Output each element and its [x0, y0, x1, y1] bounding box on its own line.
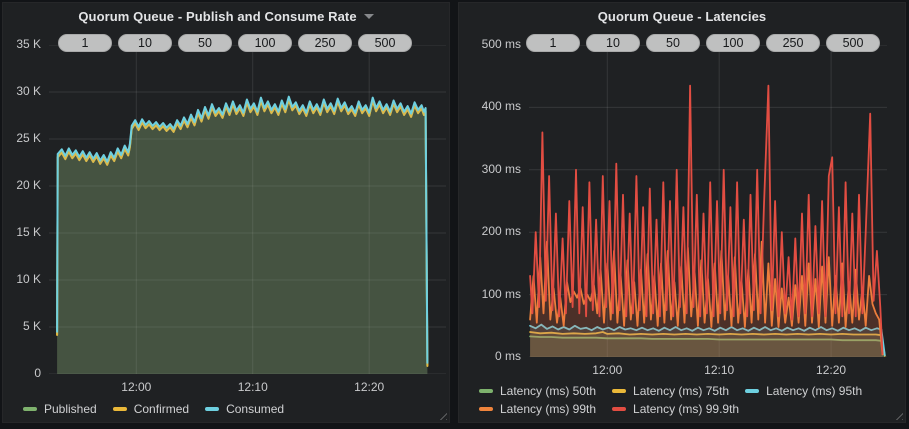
legend-item-latency-ms-75th[interactable]: Latency (ms) 75th — [612, 384, 729, 398]
legend-row: Latency (ms) 99th Latency (ms) 99.9th — [479, 402, 862, 416]
legend-swatch-icon — [612, 407, 626, 411]
legend-label: Consumed — [226, 402, 284, 416]
y-axis-tick-label: 30 K — [3, 84, 41, 98]
range-pill-50[interactable]: 50 — [178, 34, 232, 52]
legend-swatch-icon — [23, 407, 37, 411]
legend-label: Published — [44, 402, 97, 416]
y-axis-tick-label: 100 ms — [459, 287, 521, 301]
y-axis-tick-label: 0 — [3, 366, 41, 380]
panel-title: Quorum Queue - Latencies — [598, 9, 767, 24]
x-axis-tick-label: 12:20 — [339, 380, 399, 394]
y-axis-tick-label: 400 ms — [459, 99, 521, 113]
legend-label: Confirmed — [134, 402, 189, 416]
legend-swatch-icon — [479, 389, 493, 393]
y-axis-tick-label: 300 ms — [459, 162, 521, 176]
legend-item-latency-ms-99-9th[interactable]: Latency (ms) 99.9th — [612, 402, 739, 416]
legend-item-latency-ms-99th[interactable]: Latency (ms) 99th — [479, 402, 596, 416]
range-pill-100[interactable]: 100 — [238, 34, 292, 52]
dashboard: Quorum Queue - Publish and Consume Rate … — [0, 0, 909, 429]
legend-label: Latency (ms) 50th — [500, 384, 596, 398]
range-pill-row: 1 10 50 100 250 500 — [526, 34, 880, 52]
legend-swatch-icon — [113, 407, 127, 411]
chart-canvas — [49, 45, 446, 374]
panel-header[interactable]: Quorum Queue - Latencies — [459, 3, 905, 30]
range-pill-500[interactable]: 500 — [826, 34, 880, 52]
chart-legend: Published Confirmed Consumed — [23, 402, 284, 416]
legend-item-latency-ms-95th[interactable]: Latency (ms) 95th — [745, 384, 862, 398]
legend-row: Published Confirmed Consumed — [23, 402, 284, 416]
range-pill-500[interactable]: 500 — [358, 34, 412, 52]
y-axis-tick-label: 20 K — [3, 178, 41, 192]
range-pill-10[interactable]: 10 — [118, 34, 172, 52]
panel-resize-handle[interactable] — [894, 411, 903, 420]
x-axis-tick-label: 12:10 — [223, 380, 283, 394]
legend-row: Latency (ms) 50th Latency (ms) 75th Latenc… — [479, 384, 862, 398]
legend-item-published[interactable]: Published — [23, 402, 97, 416]
y-axis-tick-label: 200 ms — [459, 224, 521, 238]
range-pill-1[interactable]: 1 — [526, 34, 580, 52]
series-consumed-area — [57, 97, 427, 374]
legend-item-confirmed[interactable]: Confirmed — [113, 402, 189, 416]
legend-label: Latency (ms) 95th — [766, 384, 862, 398]
range-pill-50[interactable]: 50 — [646, 34, 700, 52]
legend-label: Latency (ms) 99th — [500, 402, 596, 416]
legend-swatch-icon — [479, 407, 493, 411]
x-axis-tick-label: 12:10 — [689, 363, 749, 377]
chart-plot-area[interactable] — [529, 45, 887, 357]
chart-canvas — [529, 45, 887, 357]
y-axis-tick-label: 10 K — [3, 272, 41, 286]
range-pill-10[interactable]: 10 — [586, 34, 640, 52]
legend-swatch-icon — [745, 389, 759, 393]
x-axis-tick-label: 12:00 — [577, 363, 637, 377]
y-axis-tick-label: 15 K — [3, 225, 41, 239]
y-axis-tick-label: 500 ms — [459, 37, 521, 51]
panel-title: Quorum Queue - Publish and Consume Rate — [78, 9, 356, 24]
range-pill-1[interactable]: 1 — [58, 34, 112, 52]
range-pill-100[interactable]: 100 — [706, 34, 760, 52]
range-pill-250[interactable]: 250 — [298, 34, 352, 52]
y-axis-tick-label: 25 K — [3, 131, 41, 145]
x-axis-tick-label: 12:00 — [106, 380, 166, 394]
panel-latencies: Quorum Queue - Latencies 1 10 50 100 250 500 … — [458, 2, 906, 423]
legend-swatch-icon — [612, 389, 626, 393]
panel-header[interactable]: Quorum Queue - Publish and Consume Rate — [3, 3, 449, 30]
legend-label: Latency (ms) 75th — [633, 384, 729, 398]
legend-swatch-icon — [205, 407, 219, 411]
range-pill-250[interactable]: 250 — [766, 34, 820, 52]
legend-item-latency-ms-50th[interactable]: Latency (ms) 50th — [479, 384, 596, 398]
panel-publish-consume-rate: Quorum Queue - Publish and Consume Rate … — [2, 2, 450, 423]
panel-resize-handle[interactable] — [438, 411, 447, 420]
y-axis-tick-label: 35 K — [3, 37, 41, 51]
chart-legend: Latency (ms) 50th Latency (ms) 75th Latenc… — [479, 384, 862, 416]
legend-item-consumed[interactable]: Consumed — [205, 402, 284, 416]
chevron-down-icon[interactable] — [364, 14, 374, 19]
chart-plot-area[interactable] — [49, 45, 446, 374]
range-pill-row: 1 10 50 100 250 500 — [58, 34, 412, 52]
legend-label: Latency (ms) 99.9th — [633, 402, 739, 416]
y-axis-tick-label: 5 K — [3, 319, 41, 333]
y-axis-tick-label: 0 ms — [459, 349, 521, 363]
x-axis-tick-label: 12:20 — [801, 363, 861, 377]
